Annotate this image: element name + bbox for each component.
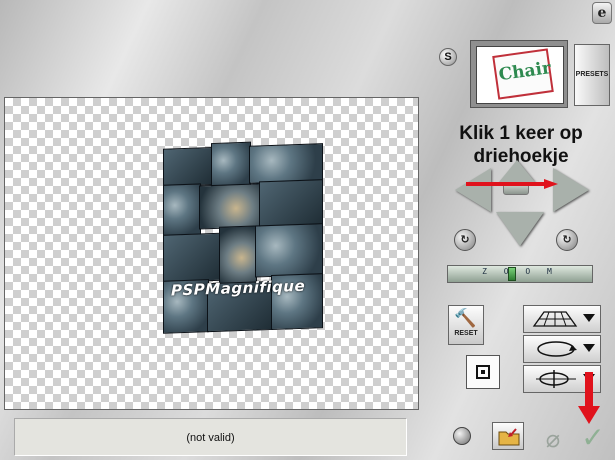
app-logo: e [592,2,612,24]
thumbnail-card: Chair [492,48,554,100]
orbit-icon [537,341,577,357]
instruction-line-1: Klik 1 keer op [459,123,583,144]
zoom-slider[interactable]: Z O O M [447,265,593,283]
spin-axis-icon [536,370,576,388]
frame-toggle-button[interactable] [466,355,500,389]
perspective-grid-icon [532,311,578,327]
red-arrow-down-icon [578,372,600,424]
reset-label: RESET [454,330,478,337]
folder-icon [498,428,520,446]
rotation-mode-dropdown[interactable] [523,335,601,363]
slider-thumb[interactable] [508,267,516,281]
pad-left-button[interactable] [455,168,491,212]
pad-down-button[interactable] [496,212,544,246]
woven-image: PSPMagnifique [163,141,323,334]
preset-thumbnail[interactable]: Chair [470,40,568,108]
reset-button[interactable]: 🔨 RESET [448,305,484,345]
s-badge-button[interactable]: S [439,48,457,66]
presets-button[interactable]: PRESETS [574,44,610,106]
chevron-down-icon [583,314,595,322]
red-arrow-right-icon [466,179,558,189]
status-bar: (not valid) [14,418,407,456]
grid-icon[interactable] [453,427,471,445]
check-icon[interactable]: ✓ [576,420,610,456]
cancel-icon[interactable]: ⌀ [537,424,569,454]
preview-canvas[interactable]: PSPMagnifique [4,97,419,410]
thumbnail-text: Chair [497,58,553,86]
thumbnail-frame: Chair [476,46,564,104]
chevron-down-icon [583,344,595,352]
hammer-icon: 🔨 [454,308,477,329]
perspective-mode-dropdown[interactable] [523,305,601,333]
watermark: PSPMagnifique [171,276,306,300]
slider-label: Z O O M [482,267,558,276]
pad-right-button[interactable] [553,168,589,212]
folder-button[interactable] [492,422,524,450]
rotate-right-icon[interactable]: ↻ [556,229,578,251]
frame-icon [476,365,490,379]
rotate-left-icon[interactable]: ↻ [454,229,476,251]
